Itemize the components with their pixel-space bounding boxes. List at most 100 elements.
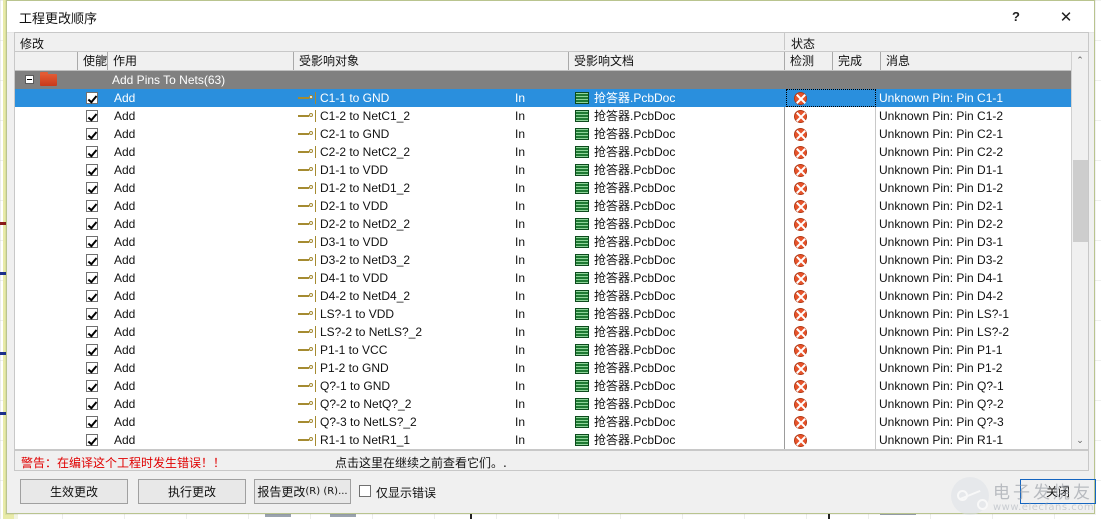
table-row[interactable]: Add LS?-2 to NetLS?_2 In 抢答器.PcbDoc Unknown … — [15, 323, 1088, 341]
report-changes-button[interactable]: 报告更改 (R) (R)... — [254, 479, 351, 504]
pcb-document-icon — [575, 164, 589, 176]
table-row[interactable]: Add P1-1 to VCC In 抢答器.PcbDoc Unknown Pin: P… — [15, 341, 1088, 359]
pin-icon — [298, 221, 313, 225]
table-row[interactable]: Add C2-1 to GND In 抢答器.PcbDoc Unknown Pin: P… — [15, 125, 1088, 143]
only-show-errors-checkbox[interactable] — [359, 485, 371, 497]
engineering-change-order-dialog: 工程更改顺序 ? ✕ 修改 状态 使能 作用 受影响对象 受影响文档 检测 完成… — [6, 0, 1096, 515]
row-enable-checkbox[interactable] — [86, 200, 98, 212]
row-enable-checkbox[interactable] — [86, 362, 98, 374]
table-row[interactable]: Add D4-1 to VDD In 抢答器.PcbDoc Unknown Pin: P… — [15, 269, 1088, 287]
pcb-document-icon — [575, 362, 589, 374]
row-enable-checkbox[interactable] — [86, 380, 98, 392]
table-row[interactable]: Add C1-2 to NetC1_2 In 抢答器.PcbDoc Unknown Pi… — [15, 107, 1088, 125]
table-row[interactable]: Add D3-1 to VDD In 抢答器.PcbDoc Unknown Pin: P… — [15, 233, 1088, 251]
table-row[interactable]: Add Q?-1 to GND In 抢答器.PcbDoc Unknown Pin: P… — [15, 377, 1088, 395]
pin-icon-bar — [315, 398, 316, 410]
pin-icon — [298, 95, 313, 99]
row-direction: In — [515, 253, 526, 267]
row-enable-checkbox[interactable] — [86, 236, 98, 248]
error-icon — [794, 128, 807, 141]
table-row[interactable]: Add D1-1 to VDD In 抢答器.PcbDoc Unknown Pin: P… — [15, 161, 1088, 179]
row-message: Unknown Pin: Pin P1-2 — [879, 361, 1003, 375]
row-enable-checkbox[interactable] — [86, 164, 98, 176]
table-row[interactable]: Add D2-1 to VDD In 抢答器.PcbDoc Unknown Pin: P… — [15, 197, 1088, 215]
error-icon — [794, 272, 807, 285]
error-icon — [794, 434, 807, 447]
row-enable-checkbox[interactable] — [86, 128, 98, 140]
pin-icon — [298, 239, 313, 243]
error-icon — [794, 290, 807, 303]
column-header-action[interactable]: 作用 — [107, 52, 311, 70]
row-direction: In — [515, 361, 526, 375]
row-enable-checkbox[interactable] — [86, 92, 98, 104]
scroll-down-arrow-icon[interactable]: ⌄ — [1072, 432, 1088, 449]
row-message: Unknown Pin: Pin D3-1 — [879, 235, 1004, 249]
row-direction: In — [515, 433, 526, 447]
row-affected-object: D1-2 to NetD1_2 — [320, 181, 411, 195]
row-direction: In — [515, 145, 526, 159]
error-icon — [794, 308, 807, 321]
column-header-document[interactable]: 受影响文档 — [568, 52, 784, 70]
row-enable-checkbox[interactable] — [86, 398, 98, 410]
row-enable-checkbox[interactable] — [86, 326, 98, 338]
row-enable-checkbox[interactable] — [86, 182, 98, 194]
table-row[interactable]: Add P1-2 to GND In 抢答器.PcbDoc Unknown Pin: P… — [15, 359, 1088, 377]
row-affected-document: 抢答器.PcbDoc — [594, 199, 676, 213]
warning-bar[interactable]: 警告：在编译这个工程时发生错误！！ 点击这里在继续之前查看它们。. — [14, 450, 1089, 471]
error-icon — [794, 218, 807, 231]
warning-hint-link[interactable]: 点击这里在继续之前查看它们。. — [335, 454, 507, 471]
table-row[interactable]: Add Q?-2 to NetQ?_2 In 抢答器.PcbDoc Unknown Pi… — [15, 395, 1088, 413]
only-show-errors-label[interactable]: 仅显示错误 — [376, 484, 436, 501]
row-affected-object: LS?-1 to VDD — [320, 307, 395, 321]
row-direction: In — [515, 163, 526, 177]
scrollbar-thumb[interactable] — [1073, 160, 1088, 242]
vertical-scrollbar[interactable]: ⌃ ⌄ — [1071, 52, 1088, 449]
row-enable-checkbox[interactable] — [86, 254, 98, 266]
row-enable-checkbox[interactable] — [86, 290, 98, 302]
row-direction: In — [515, 271, 526, 285]
table-row[interactable]: Add D2-2 to NetD2_2 In 抢答器.PcbDoc Unknown Pi… — [15, 215, 1088, 233]
collapse-expander-icon[interactable] — [25, 75, 34, 84]
table-row[interactable]: Add LS?-1 to VDD In 抢答器.PcbDoc Unknown Pin: … — [15, 305, 1088, 323]
row-direction: In — [515, 109, 526, 123]
row-enable-checkbox[interactable] — [86, 110, 98, 122]
group-row[interactable]: Add Pins To Nets(63) — [15, 71, 1088, 89]
column-header-message[interactable]: 消息 — [880, 52, 1072, 70]
column-header-done[interactable]: 完成 — [832, 52, 880, 70]
row-enable-checkbox[interactable] — [86, 146, 98, 158]
pin-icon — [298, 293, 313, 297]
table-row[interactable]: Add C2-2 to NetC2_2 In 抢答器.PcbDoc Unknown Pi… — [15, 143, 1088, 161]
validate-changes-button[interactable]: 生效更改 — [20, 479, 128, 504]
table-row[interactable]: Add C1-1 to GND In 抢答器.PcbDoc Unknown Pin: P… — [15, 89, 1088, 107]
row-action: Add — [114, 109, 136, 123]
row-action: Add — [114, 163, 136, 177]
pcb-document-icon — [575, 110, 589, 122]
row-enable-checkbox[interactable] — [86, 434, 98, 446]
section-header-bar: 修改 状态 — [14, 32, 1089, 51]
table-row[interactable]: Add Q?-3 to NetLS?_2 In 抢答器.PcbDoc Unknown P… — [15, 413, 1088, 431]
close-button[interactable]: 关闭 — [1020, 479, 1096, 504]
folder-icon — [40, 72, 57, 86]
pin-icon — [298, 437, 313, 441]
table-row[interactable]: Add D3-2 to NetD3_2 In 抢答器.PcbDoc Unknown Pi… — [15, 251, 1088, 269]
row-enable-checkbox[interactable] — [86, 218, 98, 230]
row-direction: In — [515, 343, 526, 357]
row-action: Add — [114, 379, 136, 393]
execute-changes-button[interactable]: 执行更改 — [138, 479, 246, 504]
column-header-object[interactable]: 受影响对象 — [293, 52, 520, 70]
row-enable-checkbox[interactable] — [86, 416, 98, 428]
row-enable-checkbox[interactable] — [86, 272, 98, 284]
help-icon[interactable]: ? — [994, 1, 1038, 32]
row-enable-checkbox[interactable] — [86, 308, 98, 320]
table-row[interactable]: Add R1-1 to NetR1_1 In 抢答器.PcbDoc Unknown Pi… — [15, 431, 1088, 449]
scroll-up-arrow-icon[interactable]: ⌃ — [1072, 52, 1088, 69]
row-enable-checkbox[interactable] — [86, 344, 98, 356]
close-icon[interactable]: ✕ — [1044, 1, 1088, 32]
table-row[interactable]: Add D1-2 to NetD1_2 In 抢答器.PcbDoc Unknown Pi… — [15, 179, 1088, 197]
row-action: Add — [114, 127, 136, 141]
row-message: Unknown Pin: Pin D2-2 — [879, 217, 1004, 231]
row-message: Unknown Pin: Pin R1-1 — [879, 433, 1004, 447]
column-header-check[interactable]: 检测 — [784, 52, 832, 70]
row-message: Unknown Pin: Pin C1-2 — [879, 109, 1004, 123]
table-row[interactable]: Add D4-2 to NetD4_2 In 抢答器.PcbDoc Unknown Pi… — [15, 287, 1088, 305]
